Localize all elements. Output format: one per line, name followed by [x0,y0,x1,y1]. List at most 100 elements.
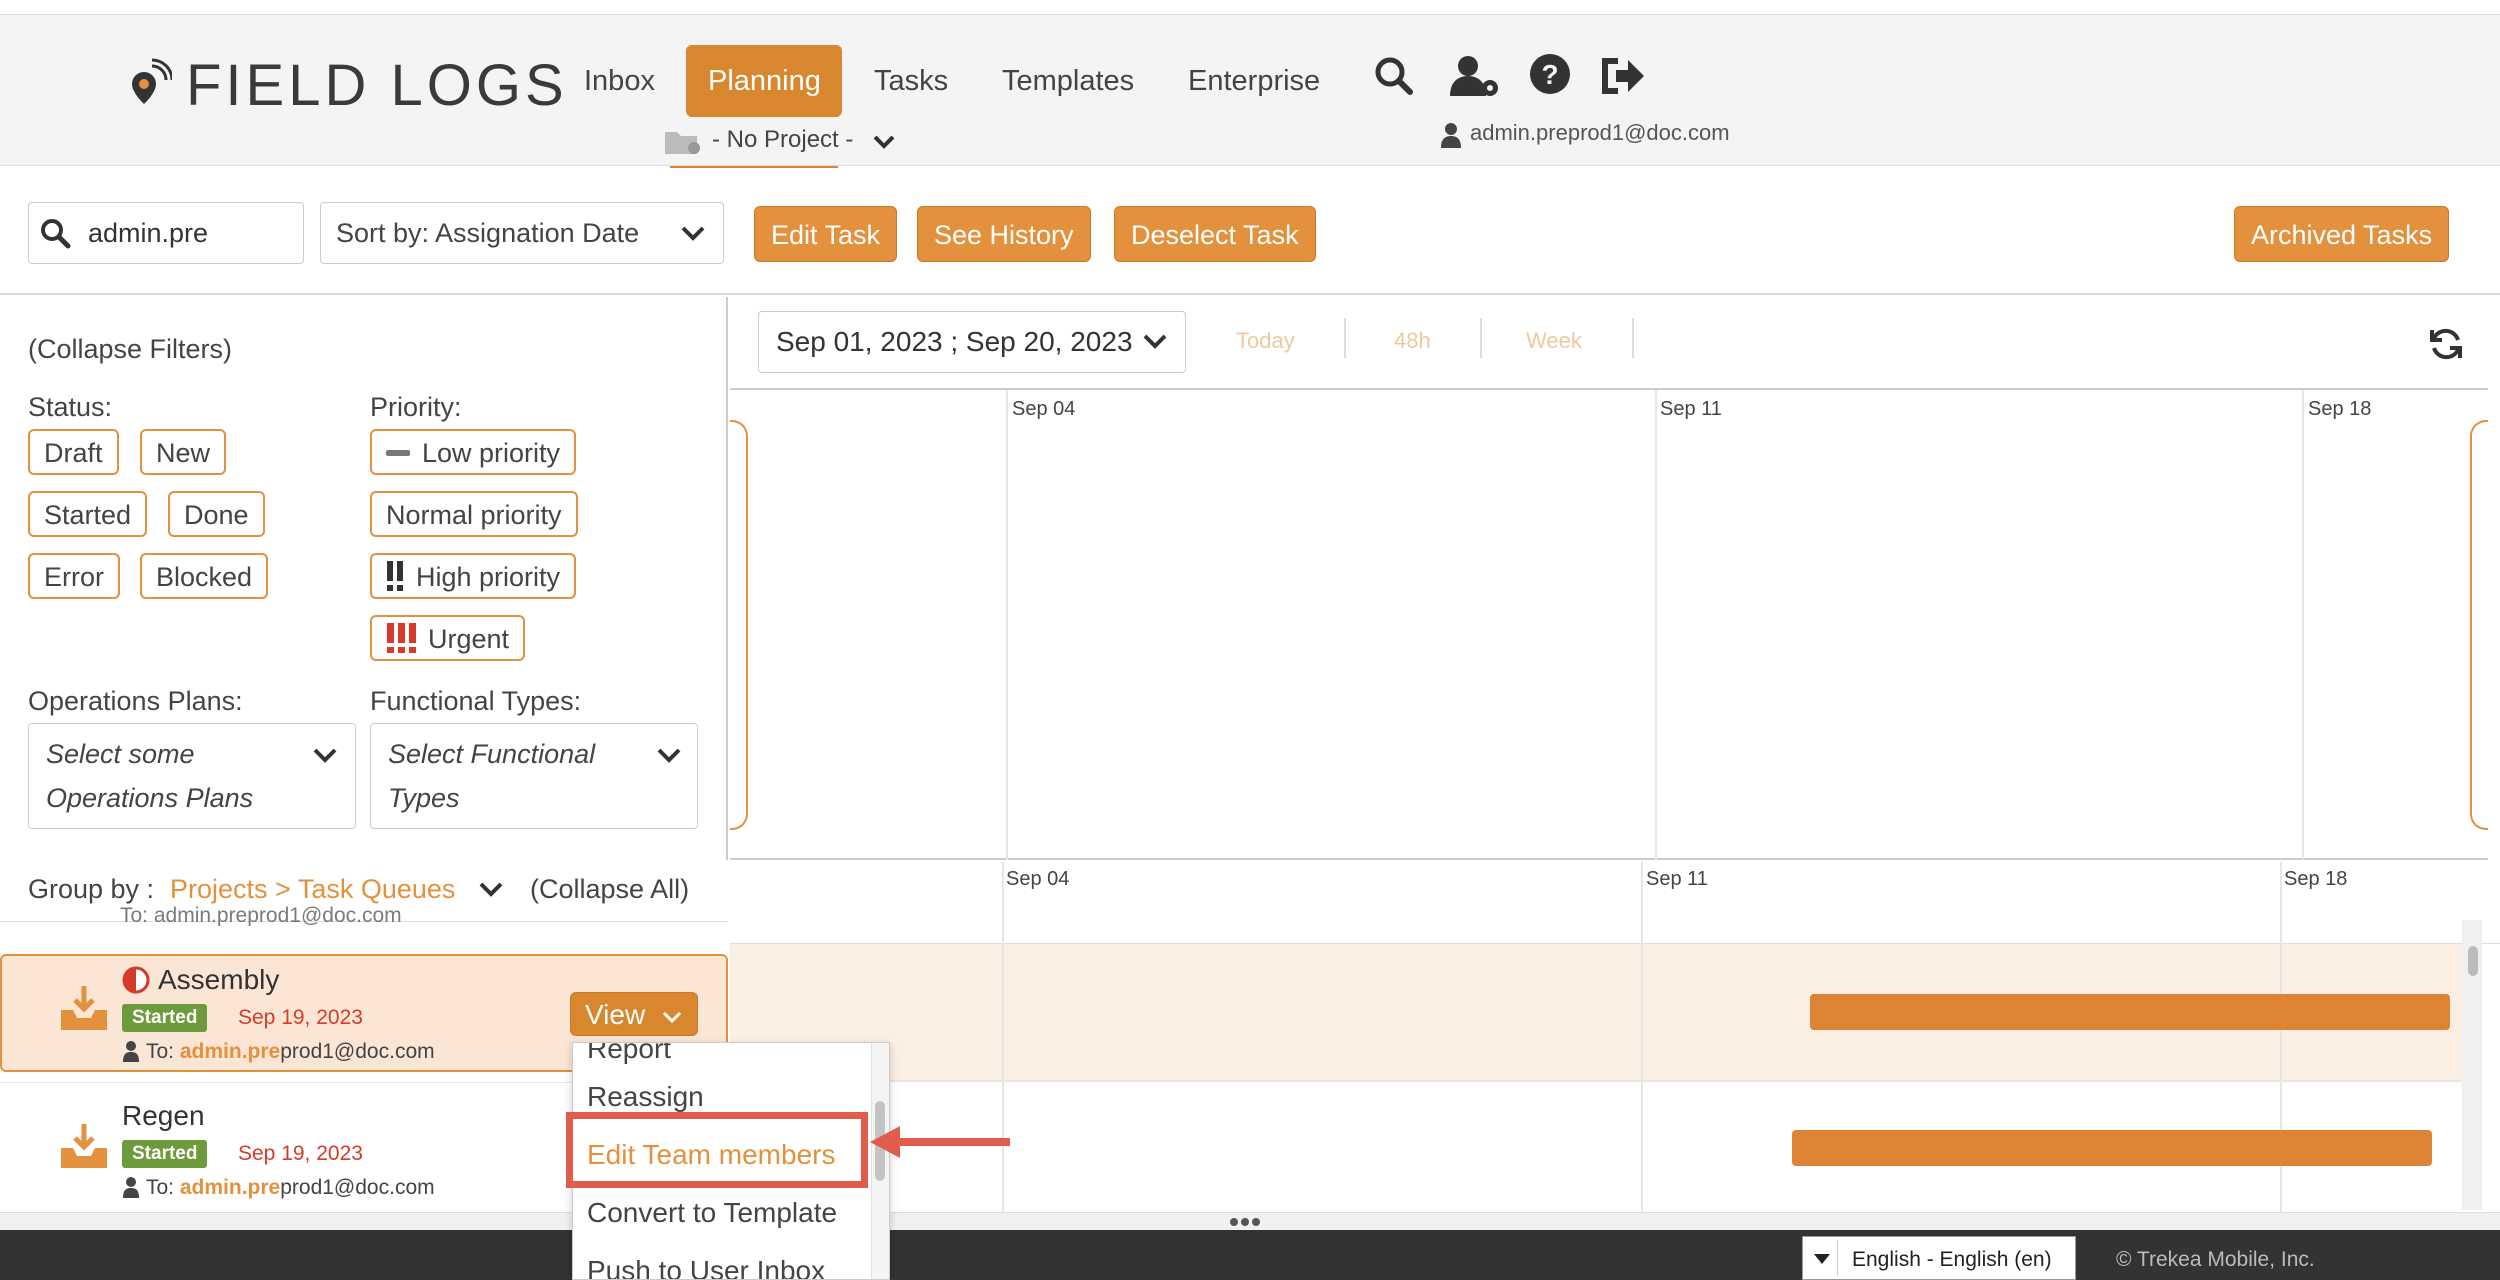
chevron-down-icon [312,744,338,771]
callout-highlight-box [566,1112,868,1188]
inbox-tray-icon [58,984,110,1039]
brand-logo: FIELD LOGS [186,53,568,118]
folder-icon [664,128,702,156]
functional-types-placeholder-2: Types [388,783,460,813]
scrollbar-thumb[interactable] [2468,946,2478,976]
date-label-sep11: Sep 11 [1660,398,1722,420]
priority-chip-normal[interactable]: Normal priority [370,491,578,537]
view-dropdown-button[interactable]: View [570,992,698,1036]
project-selector[interactable]: - No Project - [712,126,853,154]
functional-types-placeholder-1: Select Functional [388,739,596,769]
nav-templates[interactable]: Templates [980,45,1156,117]
gantt-bar-assembly[interactable] [1810,994,2450,1030]
collapse-filters-link[interactable]: (Collapse Filters) [28,334,232,365]
svg-text:?: ? [1541,59,1558,90]
ops-plans-placeholder-1: Select some [46,739,195,769]
nav-tasks[interactable]: Tasks [852,45,970,117]
date-label-sep04: Sep 04 [1012,398,1076,420]
priority-chip-high[interactable]: High priority [370,553,577,599]
archived-tasks-button[interactable]: Archived Tasks [2234,206,2450,262]
date-label-sep18: Sep 18 [2284,868,2348,890]
chevron-down-icon [662,1011,682,1023]
deselect-task-button[interactable]: Deselect Task [1114,206,1316,262]
overview-right-handle[interactable] [2470,420,2488,830]
task-date: Sep 19, 2023 [238,1142,363,1165]
separator [1344,318,1346,358]
timeline-lower-header [730,862,2500,944]
gantt-bar-regen[interactable] [1792,1130,2432,1166]
ops-plans-placeholder-2: Operations Plans [46,783,254,813]
status-chip-started[interactable]: Started [28,491,148,537]
date-label-sep18: Sep 18 [2308,398,2372,420]
status-chip-error[interactable]: Error [28,553,120,599]
collapse-all-link[interactable]: (Collapse All) [530,874,689,905]
task-date: Sep 19, 2023 [238,1006,363,1029]
task-assignee: To: admin.preprod1@doc.com [146,1176,435,1199]
inbox-tray-icon [58,1122,110,1177]
copyright: © Trekea Mobile, Inc. [2116,1248,2315,1271]
priority-urgent-label: Urgent [428,624,510,654]
help-icon[interactable]: ? [1528,52,1578,102]
view-label: View [585,999,646,1030]
group-by-value[interactable]: Projects > Task Queues [170,874,455,905]
status-chip-blocked[interactable]: Blocked [140,553,269,599]
user-icon [1440,122,1462,153]
edit-task-button[interactable]: Edit Task [754,206,898,262]
nav-inbox[interactable]: Inbox [562,45,677,117]
priority-chip-urgent[interactable]: Urgent [370,615,526,661]
logout-icon[interactable] [1598,52,1648,102]
menu-item-push-to-user-inbox[interactable]: Push to User Inbox [587,1255,825,1279]
menu-item-convert-to-template[interactable]: Convert to Template [587,1197,837,1229]
grid-line [1655,390,1657,860]
task-name: Assembly [158,964,280,995]
search-icon [38,216,72,255]
overview-left-handle[interactable] [730,420,748,830]
task-name: Regen [122,1100,205,1131]
date-label-sep04: Sep 04 [1006,868,1070,890]
nav-planning[interactable]: Planning [686,45,842,117]
status-chip-new[interactable]: New [140,429,227,475]
status-badge: Started [122,1004,208,1032]
week-button[interactable]: Week [1526,328,1582,354]
group-by-label: Group by : [28,874,155,904]
user-email: admin.preprod1@doc.com [1470,120,1730,145]
half-circle-status-icon [122,966,150,999]
priority-chip-low[interactable]: Low priority [370,429,577,475]
top-strip [0,0,2500,14]
low-priority-icon [386,450,410,456]
priority-low-label: Low priority [422,438,561,468]
search-value: admin.pre [88,218,209,248]
nav-enterprise[interactable]: Enterprise [1166,45,1342,117]
chevron-down-icon[interactable] [872,132,896,157]
high-priority-icon [386,561,406,593]
user-settings-icon[interactable] [1448,52,1498,102]
48h-button[interactable]: 48h [1394,328,1431,354]
status-chip-done[interactable]: Done [168,491,265,537]
grid-line [1006,390,1008,860]
status-chip-draft[interactable]: Draft [28,429,119,475]
date-label-sep11: Sep 11 [1646,868,1708,890]
sort-label: Sort by: Assignation Date [336,218,640,248]
chevron-down-icon [656,744,682,771]
see-history-button[interactable]: See History [917,206,1091,262]
language-value: English - English (en) [1852,1248,2052,1271]
logo-pin-icon [128,58,174,108]
priority-high-label: High priority [416,562,561,592]
refresh-icon[interactable] [2428,326,2464,367]
callout-arrow-icon [868,1122,1012,1167]
priority-label: Priority: [370,392,462,422]
grid-line [1641,862,1643,1212]
user-icon [122,1040,140,1067]
menu-item-report[interactable]: Report [587,1043,671,1065]
chevron-down-icon[interactable] [478,878,504,905]
status-badge: Started [122,1140,208,1168]
separator [1632,318,1634,358]
chevron-down-icon [1142,330,1168,357]
chevron-down-icon [680,222,706,249]
user-icon [122,1176,140,1203]
today-button[interactable]: Today [1236,328,1295,354]
partial-to-line: To: admin.preprod1@doc.com [120,904,402,926]
search-icon[interactable] [1370,52,1420,102]
menu-item-reassign[interactable]: Reassign [587,1081,704,1113]
ops-plans-label: Operations Plans: [28,686,243,716]
